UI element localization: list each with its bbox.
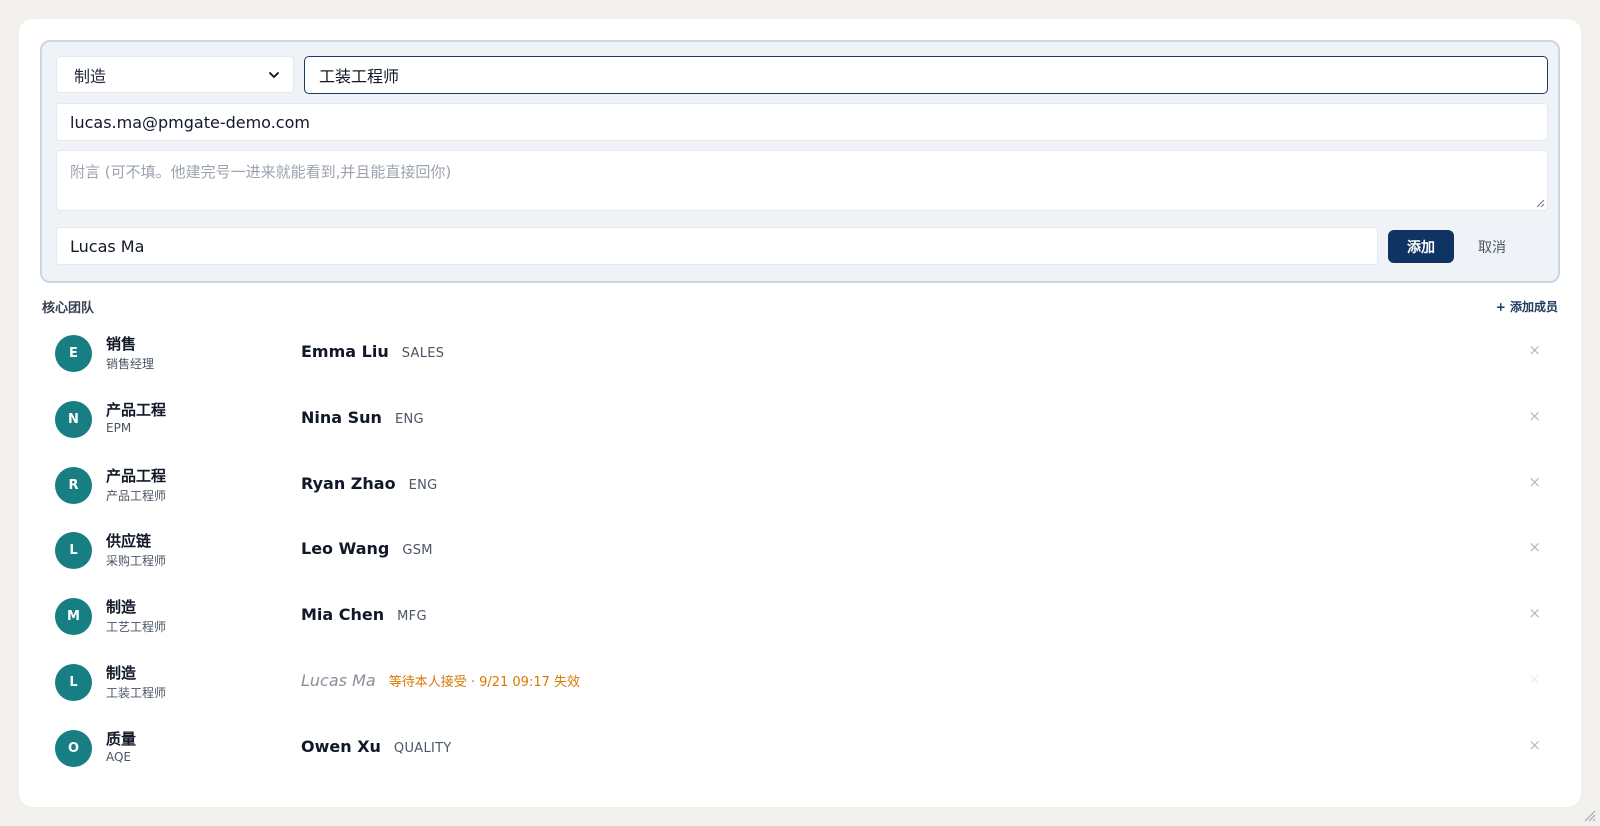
member-row: E 销售 销售经理 Emma Liu SALES × (19, 321, 1581, 387)
avatar: O (55, 729, 92, 767)
remove-member-icon[interactable]: × (1528, 604, 1541, 622)
role-input-value: 工装工程师 (319, 67, 400, 86)
member-dept: 制造 (106, 598, 137, 617)
member-row: N 产品工程 EPM Nina Sun ENG × (19, 387, 1581, 453)
member-role: 工艺工程师 (106, 620, 167, 635)
member-name: Ryan Zhao (301, 473, 396, 493)
member-role: 销售经理 (106, 357, 155, 371)
member-dept: 产品工程 (106, 466, 167, 485)
department-select-value: 制造 (74, 66, 107, 86)
email-input[interactable]: lucas.ma@pmgate-demo.com (56, 103, 1548, 141)
email-input-value: lucas.ma@pmgate-demo.com (70, 112, 310, 132)
remove-member-icon[interactable]: × (1528, 407, 1541, 425)
member-row: R 产品工程 产品工程师 Ryan Zhao ENG × (19, 453, 1581, 519)
member-tag: ENG (408, 477, 438, 493)
section-title: 核心团队 (42, 301, 95, 316)
department-select[interactable]: 制造 (56, 56, 294, 93)
chevron-down-icon (269, 71, 279, 78)
member-row: O 质量 AQE Owen Xu QUALITY × (19, 716, 1581, 782)
member-row-pending: L 制造 工装工程师 Lucas Ma 等待本人接受 · 9/21 09:17 … (19, 650, 1581, 716)
role-input[interactable]: 工装工程师 (304, 56, 1548, 94)
avatar: L (55, 532, 92, 570)
member-person: Emma Liu SALES (301, 342, 444, 361)
member-name: Leo Wang (301, 539, 390, 559)
member-tag: MFG (397, 609, 427, 625)
member-dept: 销售 (106, 335, 137, 353)
add-member-link[interactable]: + 添加成员 (1496, 298, 1558, 315)
member-dept: 质量 (106, 729, 137, 748)
member-person: Mia Chen MFG (301, 605, 427, 624)
member-role: 产品工程师 (106, 488, 167, 503)
member-dept: 供应链 (106, 532, 152, 551)
member-tag: GSM (402, 543, 433, 559)
remove-member-icon[interactable]: × (1528, 670, 1541, 688)
member-role: 工装工程师 (106, 685, 167, 700)
member-name: Nina Sun (301, 407, 382, 427)
member-row: M 制造 工艺工程师 Mia Chen MFG × (19, 584, 1581, 650)
member-person: Nina Sun ENG (301, 408, 424, 427)
member-row: L 供应链 采购工程师 Leo Wang GSM × (19, 518, 1581, 584)
member-person: Owen Xu QUALITY (301, 737, 452, 756)
remove-member-icon[interactable]: × (1528, 473, 1541, 491)
avatar: M (55, 598, 92, 636)
cancel-button[interactable]: 取消 (1466, 230, 1518, 263)
window-resize-icon[interactable] (1582, 808, 1596, 822)
member-name: Mia Chen (301, 605, 385, 625)
note-textarea[interactable]: 附言 (可不填。他建完号一进来就能看到,并且能直接回你) (56, 150, 1548, 211)
member-tag: SALES (401, 346, 445, 361)
resize-grip-icon[interactable] (1535, 198, 1545, 208)
pending-status: 等待本人接受 · 9/21 09:17 失效 (388, 674, 581, 690)
member-name: Lucas Ma (301, 670, 376, 690)
remove-member-icon[interactable]: × (1528, 736, 1541, 754)
name-input[interactable]: Lucas Ma (56, 227, 1378, 265)
member-list: E 销售 销售经理 Emma Liu SALES × N 产品工程 EPM Ni… (19, 321, 1581, 782)
remove-member-icon[interactable]: × (1528, 538, 1541, 556)
member-name: Emma Liu (301, 342, 389, 361)
member-name: Owen Xu (301, 736, 381, 756)
note-placeholder: 附言 (可不填。他建完号一进来就能看到,并且能直接回你) (70, 163, 452, 181)
member-person: Lucas Ma 等待本人接受 · 9/21 09:17 失效 (301, 671, 580, 690)
remove-member-icon[interactable]: × (1528, 341, 1541, 359)
member-tag: QUALITY (393, 740, 452, 756)
avatar: E (55, 335, 92, 372)
member-person: Ryan Zhao ENG (301, 474, 438, 493)
add-member-form: 制造 工装工程师 lucas.ma@pmgate-demo.com 附言 (可不… (40, 40, 1560, 283)
member-dept: 产品工程 (106, 400, 167, 419)
member-tag: ENG (394, 411, 424, 427)
avatar: L (55, 663, 92, 701)
name-input-value: Lucas Ma (70, 236, 145, 256)
add-button[interactable]: 添加 (1388, 230, 1454, 263)
avatar: R (55, 466, 92, 504)
team-card: 制造 工装工程师 lucas.ma@pmgate-demo.com 附言 (可不… (19, 19, 1581, 807)
member-dept: 制造 (106, 663, 137, 682)
member-role: EPM (106, 420, 132, 435)
member-role: AQE (106, 749, 132, 764)
member-person: Leo Wang GSM (301, 539, 433, 558)
member-role: 采购工程师 (106, 554, 167, 569)
avatar: N (55, 400, 92, 438)
